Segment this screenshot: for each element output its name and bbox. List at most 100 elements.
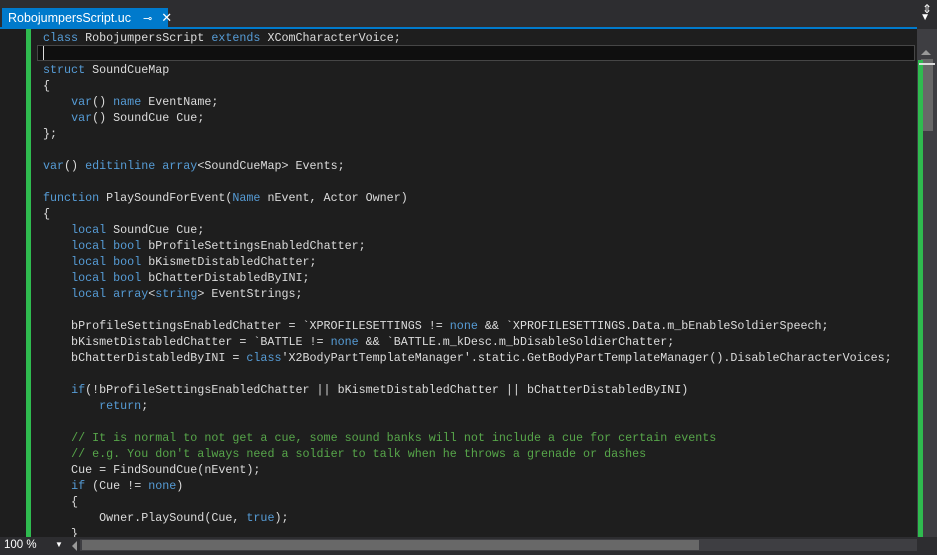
comment-token: // e.g. You don't always need a soldier …	[71, 447, 647, 461]
keyword-token: local	[71, 287, 107, 301]
close-icon[interactable]: ✕	[161, 10, 172, 26]
code-token: {	[43, 79, 51, 93]
keyword-token: if	[71, 383, 86, 397]
code-token: (Cue !=	[85, 479, 149, 493]
code-line: bProfileSettingsEnabledChatter = `XPROFI…	[43, 318, 892, 334]
keyword-token: none	[449, 319, 478, 333]
code-line: if (Cue != none)	[43, 478, 892, 494]
code-token: 'X2BodyPartTemplateManager'.static.GetBo…	[281, 351, 892, 365]
split-window-icon[interactable]: ⇕	[919, 2, 935, 16]
code-text[interactable]: class RobojumpersScript extends XComChar…	[43, 30, 892, 537]
comment-token: // It is normal to not get a cue, some s…	[71, 431, 717, 445]
code-line: function PlaySoundForEvent(Name nEvent, …	[43, 190, 892, 206]
code-token: )	[176, 479, 184, 493]
keyword-token: class	[246, 351, 282, 365]
code-line: local bool bProfileSettingsEnabledChatte…	[43, 238, 892, 254]
zoom-dropdown-icon[interactable]: ▼	[55, 540, 63, 549]
vertical-scrollbar[interactable]	[917, 29, 937, 537]
keyword-token: true	[246, 511, 275, 525]
code-token: <SoundCueMap> Events;	[197, 159, 345, 173]
keyword-token: if	[71, 479, 86, 493]
code-token: && `XPROFILESETTINGS.Data.m_bEnableSoldi…	[477, 319, 829, 333]
code-token: ;	[141, 399, 149, 413]
code-token: EventName;	[141, 95, 219, 109]
code-token: bKismetDistabledChatter;	[141, 255, 317, 269]
code-line: local array<string> EventStrings;	[43, 286, 892, 302]
keyword-token: none	[148, 479, 177, 493]
code-line: {	[43, 494, 892, 510]
code-line: local bool bChatterDistabledByINI;	[43, 270, 892, 286]
code-token: );	[274, 511, 289, 525]
keyword-token: Name	[232, 191, 261, 205]
code-token: bChatterDistabledByINI =	[43, 351, 247, 365]
code-line: {	[43, 206, 892, 222]
code-token: bKismetDistabledChatter = `BATTLE !=	[43, 335, 331, 349]
code-token: ()	[92, 95, 114, 109]
keyword-token: array	[162, 159, 198, 173]
code-token: SoundCue Cue;	[106, 223, 205, 237]
keyword-token: editinline	[85, 159, 156, 173]
code-token: && `BATTLE.m_kDesc.m_bDisableSoldierChat…	[358, 335, 675, 349]
code-editor[interactable]: class RobojumpersScript extends XComChar…	[0, 29, 917, 537]
code-token: > EventStrings;	[197, 287, 303, 301]
code-token: bProfileSettingsEnabledChatter = `XPROFI…	[43, 319, 450, 333]
keyword-token: function	[43, 191, 100, 205]
code-line: // It is normal to not get a cue, some s…	[43, 430, 892, 446]
keyword-token: array	[113, 287, 149, 301]
code-line: Cue = FindSoundCue(nEvent);	[43, 462, 892, 478]
pin-icon[interactable]: ⊸	[143, 12, 152, 25]
editor-gutter	[0, 29, 24, 537]
keyword-token: class	[43, 31, 79, 45]
code-line: var() editinline array<SoundCueMap> Even…	[43, 158, 892, 174]
code-line: }	[43, 526, 892, 537]
keyword-token: none	[330, 335, 359, 349]
code-line: return;	[43, 398, 892, 414]
keyword-token: var	[71, 111, 93, 125]
tab-bar: RobojumpersScript.uc ⊸ ✕ ▼	[0, 0, 937, 28]
code-token: SoundCueMap	[85, 63, 170, 77]
code-line: bKismetDistabledChatter = `BATTLE != non…	[43, 334, 892, 350]
code-line: // e.g. You don't always need a soldier …	[43, 446, 892, 462]
status-bar: 100 % ▼	[0, 537, 937, 555]
keyword-token: extends	[211, 31, 261, 45]
scroll-up-icon[interactable]	[921, 50, 931, 55]
tab-title: RobojumpersScript.uc	[8, 11, 131, 25]
code-line: struct SoundCueMap	[43, 62, 892, 78]
code-token: (!bProfileSettingsEnabledChatter || bKis…	[85, 383, 689, 397]
code-token: }	[43, 527, 79, 537]
keyword-token: local	[71, 255, 107, 269]
code-line: class RobojumpersScript extends XComChar…	[43, 30, 892, 46]
code-line: local bool bKismetDistabledChatter;	[43, 254, 892, 270]
code-line: var() name EventName;	[43, 94, 892, 110]
code-line: {	[43, 78, 892, 94]
code-line: local SoundCue Cue;	[43, 222, 892, 238]
tab-robojumpersscript[interactable]: RobojumpersScript.uc ⊸ ✕	[2, 8, 172, 28]
scroll-left-icon[interactable]	[72, 541, 77, 551]
code-token: ()	[64, 159, 86, 173]
code-token: Cue = FindSoundCue(nEvent);	[43, 463, 261, 477]
code-token: {	[43, 207, 51, 221]
code-token: };	[43, 127, 58, 141]
horizontal-scroll-thumb[interactable]	[82, 540, 699, 550]
code-token: nEvent, Actor Owner)	[260, 191, 408, 205]
keyword-token: var	[43, 159, 65, 173]
keyword-token: local	[71, 239, 107, 253]
code-line: if(!bProfileSettingsEnabledChatter || bK…	[43, 382, 892, 398]
zoom-level[interactable]: 100 %	[4, 539, 37, 551]
keyword-token: struct	[43, 63, 86, 77]
code-line: bChatterDistabledByINI = class'X2BodyPar…	[43, 350, 892, 366]
code-token: Owner.PlaySound(Cue,	[43, 511, 247, 525]
